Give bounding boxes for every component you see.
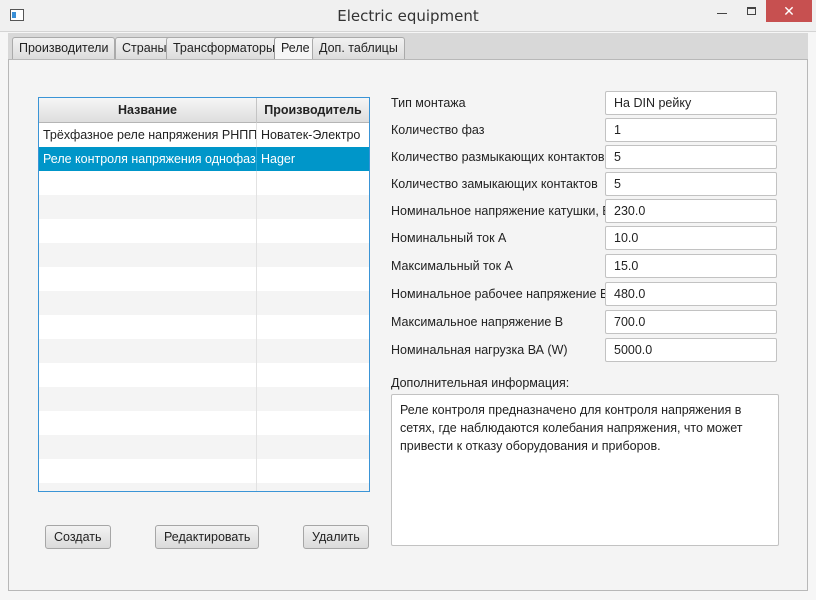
- max-current-field[interactable]: 15.0: [605, 254, 777, 278]
- cell-manufacturer: Новатек-Электро: [261, 128, 361, 142]
- maximize-button[interactable]: [738, 0, 764, 22]
- minimize-button[interactable]: [708, 0, 736, 22]
- delete-button[interactable]: Удалить: [303, 525, 369, 549]
- empty-row: [39, 387, 369, 411]
- column-header-name[interactable]: Название: [39, 98, 257, 123]
- no-contacts-field[interactable]: 5: [605, 172, 777, 196]
- coil-voltage-field[interactable]: 230.0: [605, 199, 777, 223]
- empty-row: [39, 363, 369, 387]
- title-bar: Electric equipment ✕: [0, 0, 816, 32]
- table-row[interactable]: Трёхфазное реле напряжения РНПП... Новат…: [39, 123, 369, 147]
- empty-row: [39, 219, 369, 243]
- label-max-current: Максимальный ток А: [391, 259, 513, 273]
- label-coil-voltage: Номинальное напряжение катушки, В: [391, 204, 611, 218]
- empty-row: [39, 171, 369, 195]
- create-button[interactable]: Создать: [45, 525, 111, 549]
- label-phase-count: Количество фаз: [391, 123, 485, 137]
- additional-info-textarea[interactable]: Реле контроля предназначено для контроля…: [391, 394, 779, 546]
- nc-contacts-field[interactable]: 5: [605, 145, 777, 169]
- empty-row: [39, 483, 369, 491]
- empty-row: [39, 291, 369, 315]
- close-icon: ✕: [783, 2, 795, 19]
- column-header-manufacturer[interactable]: Производитель: [257, 98, 369, 123]
- label-max-voltage: Максимальное напряжение В: [391, 315, 564, 329]
- empty-row: [39, 243, 369, 267]
- tab-transformers[interactable]: Трансформаторы: [166, 37, 282, 59]
- tab-relays[interactable]: Реле: [274, 37, 317, 60]
- max-voltage-field[interactable]: 700.0: [605, 310, 777, 334]
- relay-table[interactable]: Название Производитель Трёхфазное реле н…: [38, 97, 370, 492]
- cell-name: Трёхфазное реле напряжения РНПП...: [39, 123, 257, 147]
- label-rated-current: Номинальный ток А: [391, 231, 507, 245]
- empty-row: [39, 315, 369, 339]
- maximize-icon: [746, 7, 756, 15]
- label-nc-contacts: Количество размыкающих контактов: [391, 150, 605, 164]
- tab-manufacturers[interactable]: Производители: [12, 37, 116, 59]
- empty-row: [39, 435, 369, 459]
- cell-manufacturer: Hager: [261, 152, 296, 166]
- empty-row: [39, 411, 369, 435]
- rated-load-field[interactable]: 5000.0: [605, 338, 777, 362]
- edit-button[interactable]: Редактировать: [155, 525, 260, 549]
- empty-row: [39, 267, 369, 291]
- cell-name: Реле контроля напряжения однофаз...: [39, 147, 257, 171]
- tab-extra-tables[interactable]: Доп. таблицы: [312, 37, 405, 59]
- table-header: Название Производитель: [39, 98, 369, 123]
- close-button[interactable]: ✕: [766, 0, 812, 22]
- label-rated-operating-voltage: Номинальное рабочее напряжение В: [391, 287, 609, 301]
- label-no-contacts: Количество замыкающих контактов: [391, 177, 598, 191]
- empty-row: [39, 195, 369, 219]
- empty-row: [39, 459, 369, 483]
- additional-info-label: Дополнительная информация:: [391, 376, 570, 390]
- label-rated-load: Номинальная нагрузка ВА (W): [391, 343, 568, 357]
- table-body: Трёхфазное реле напряжения РНПП... Новат…: [39, 123, 369, 491]
- mount-type-field[interactable]: На DIN рейку: [605, 91, 777, 115]
- phase-count-field[interactable]: 1: [605, 118, 777, 142]
- rated-operating-voltage-field[interactable]: 480.0: [605, 282, 777, 306]
- tab-bar: Производители Страны Трансформаторы Реле…: [8, 33, 808, 60]
- empty-row: [39, 339, 369, 363]
- label-mount-type: Тип монтажа: [391, 96, 466, 110]
- window-title: Electric equipment: [337, 7, 479, 25]
- table-row-selected[interactable]: Реле контроля напряжения однофаз... Hage…: [39, 147, 369, 171]
- tab-countries[interactable]: Страны: [115, 37, 174, 59]
- minimize-icon: [717, 12, 727, 14]
- rated-current-field[interactable]: 10.0: [605, 226, 777, 250]
